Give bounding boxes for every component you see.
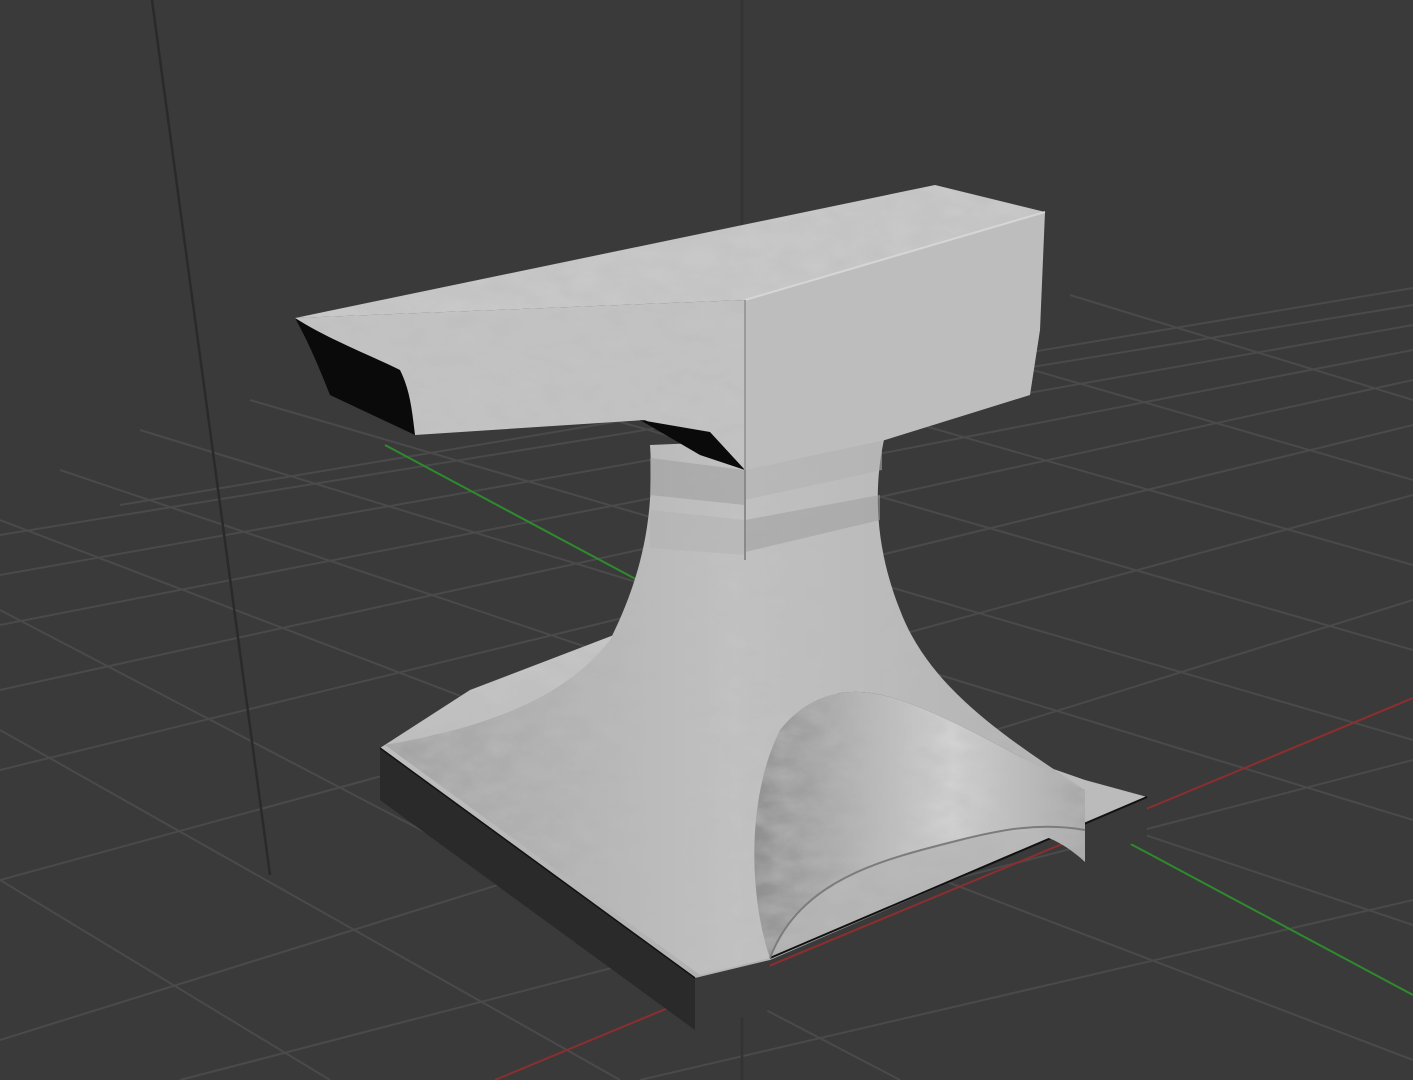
- anvil-model[interactable]: [295, 185, 1148, 1030]
- 3d-viewport[interactable]: [0, 0, 1413, 1080]
- z-axis: [150, 0, 272, 876]
- viewport-canvas[interactable]: [0, 0, 1413, 1080]
